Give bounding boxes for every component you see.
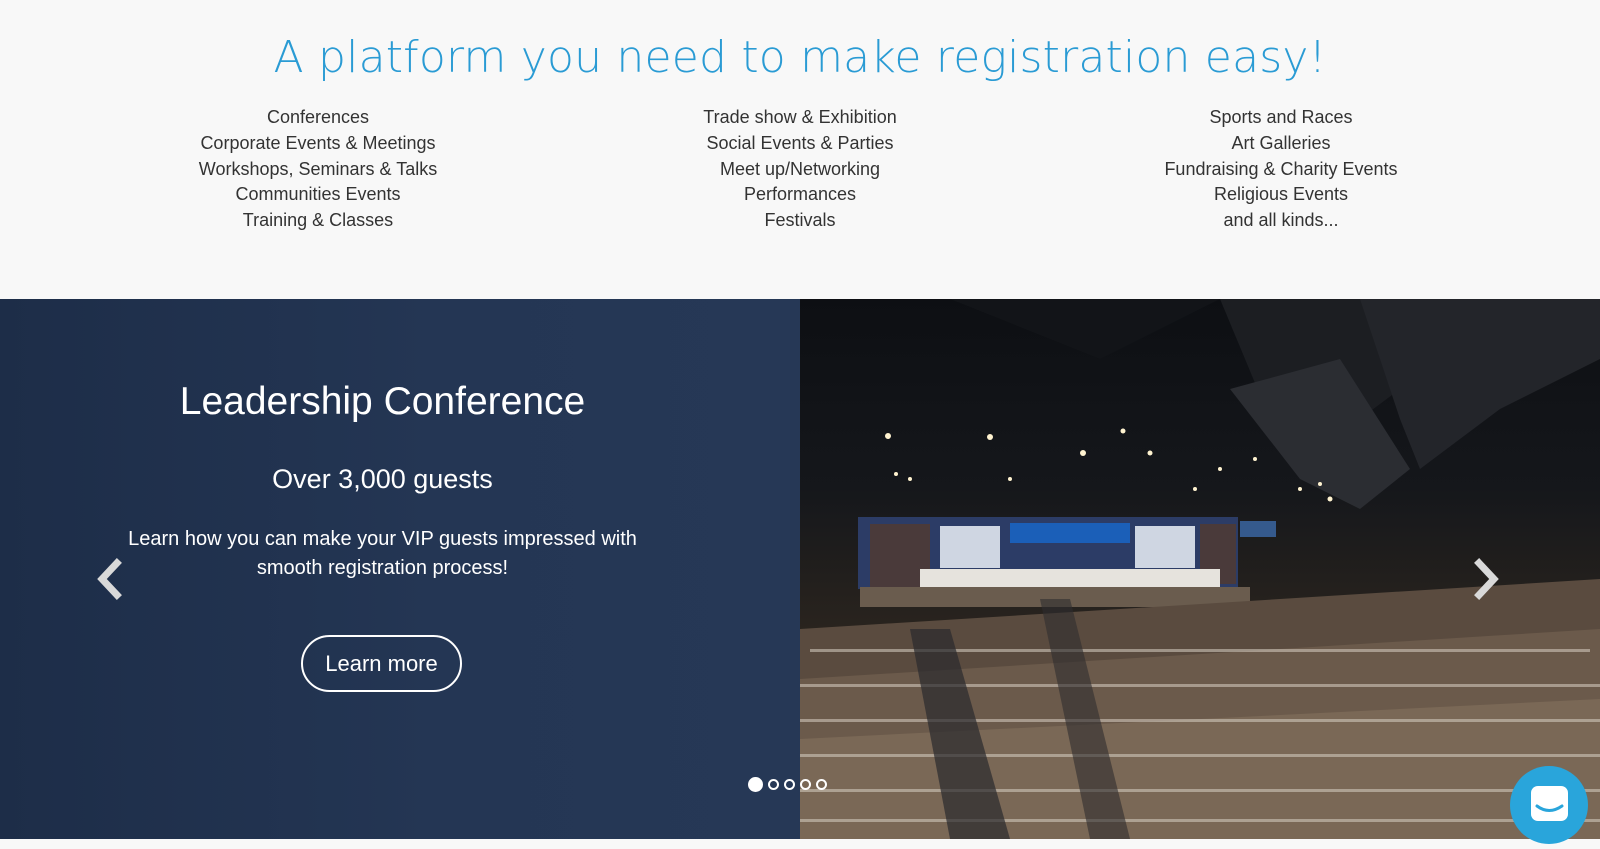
slide-description: Learn how you can make your VIP guests i… [128,528,637,579]
event-types-column-2: Trade show & Exhibition Social Events & … [590,105,1010,234]
event-type-item: Social Events & Parties [706,132,894,153]
carousel-dot[interactable] [748,777,763,792]
event-type-item: Art Galleries [1231,132,1331,153]
event-types-column-3: Sports and Races Art Galleries Fundraisi… [1071,105,1491,234]
event-type-item: Religious Events [1213,184,1349,205]
event-type-item: Corporate Events & Meetings [200,132,436,153]
event-type-item: and all kinds... [1223,210,1339,231]
chevron-right-icon[interactable] [1466,557,1506,601]
event-type-item: Training & Classes [242,210,394,231]
carousel-dot[interactable] [800,779,811,790]
event-type-item: Communities Events [235,184,401,205]
event-type-item: Trade show & Exhibition [703,107,897,127]
event-type-item: Meet up/Networking [719,158,881,179]
hero-carousel: Leadership Conference Over 3,000 guests … [0,299,1600,839]
event-type-item: Performances [743,184,857,205]
carousel-indicators [748,777,827,795]
event-types-section: A platform you need to make registration… [0,0,1600,299]
event-types-column-1: Conferences Corporate Events & Meetings … [108,105,528,234]
event-type-item: Fundraising & Charity Events [1164,158,1398,179]
carousel-dot[interactable] [784,779,795,790]
page-headline: A platform you need to make registration… [273,32,1327,83]
event-type-item: Festivals [764,210,836,231]
slide-title: Leadership Conference [179,380,586,423]
carousel-dot[interactable] [816,779,827,790]
carousel-dot[interactable] [768,779,779,790]
learn-more-button[interactable]: Learn more [301,635,462,692]
chevron-left-icon[interactable] [92,557,132,601]
event-type-item: Sports and Races [1209,107,1353,127]
event-type-item: Workshops, Seminars & Talks [198,158,438,179]
chat-launcher-button[interactable] [1510,766,1588,844]
slide-subtitle: Over 3,000 guests [272,464,493,494]
event-type-item: Conferences [266,107,370,127]
chat-bubble-icon [1531,786,1568,821]
